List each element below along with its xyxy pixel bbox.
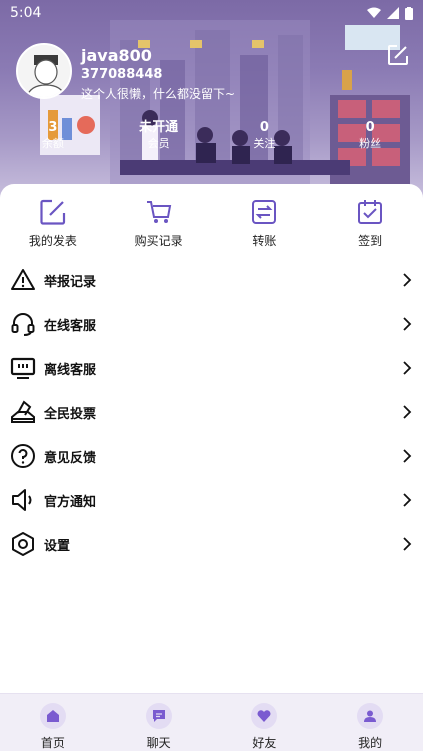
stat-vip[interactable]: 未开通 会员 <box>106 120 212 154</box>
user-id: 377088448 <box>81 67 163 82</box>
chat-icon <box>152 710 165 722</box>
avatar[interactable] <box>16 43 72 99</box>
transfer-icon <box>252 200 277 224</box>
home-icon <box>46 710 59 722</box>
settings-icon <box>12 532 34 556</box>
vote-icon <box>11 400 35 423</box>
stat-following[interactable]: 0 关注 <box>212 120 318 154</box>
status-time: 5:04 <box>10 5 42 21</box>
quick-purchase-history[interactable]: 购买记录 <box>106 198 212 254</box>
stat-balance[interactable]: 3 余额 <box>0 120 106 154</box>
tab-friends[interactable]: 好友 <box>212 694 318 751</box>
cart-icon <box>146 201 171 223</box>
battery-icon <box>405 6 413 20</box>
stats-row: 3 余额 未开通 会员 0 关注 0 粉丝 <box>0 120 423 154</box>
chevron-right-icon <box>403 405 412 419</box>
chevron-right-icon <box>403 449 412 463</box>
tab-chat[interactable]: 聊天 <box>106 694 212 751</box>
content-card: 我的发表 购买记录 转账 签到 举报记录 在线客服 离线客服 全民投票 意见反馈… <box>0 184 423 693</box>
tab-home[interactable]: 首页 <box>0 694 106 751</box>
menu-report-records[interactable]: 举报记录 <box>0 258 423 302</box>
quick-actions: 我的发表 购买记录 转账 签到 <box>0 198 423 254</box>
wifi-icon <box>367 7 381 18</box>
stat-fans[interactable]: 0 粉丝 <box>317 120 423 154</box>
checkin-icon <box>358 200 383 224</box>
quick-checkin[interactable]: 签到 <box>317 198 423 254</box>
question-icon <box>11 444 35 468</box>
edit-profile-icon[interactable] <box>387 44 409 66</box>
monitor-icon <box>10 357 36 379</box>
tab-mine[interactable]: 我的 <box>317 694 423 751</box>
warning-icon <box>11 269 35 290</box>
chevron-right-icon <box>403 493 412 507</box>
menu-online-support[interactable]: 在线客服 <box>0 302 423 346</box>
username: java800 <box>81 46 152 65</box>
menu-feedback[interactable]: 意见反馈 <box>0 434 423 478</box>
chevron-right-icon <box>403 361 412 375</box>
speaker-icon <box>12 489 32 511</box>
chevron-right-icon <box>403 317 412 331</box>
edit-square-icon <box>40 199 65 225</box>
chevron-right-icon <box>403 273 412 287</box>
status-bar: 5:04 <box>0 0 423 26</box>
user-bio: 这个人很懒，什么都没留下~ <box>81 87 236 101</box>
heart-icon <box>257 710 271 722</box>
bottom-tab-bar: 首页 聊天 好友 我的 <box>0 693 423 751</box>
quick-transfer[interactable]: 转账 <box>212 198 318 254</box>
headset-icon <box>11 313 35 336</box>
menu-public-vote[interactable]: 全民投票 <box>0 390 423 434</box>
signal-icon <box>387 7 399 19</box>
quick-my-posts[interactable]: 我的发表 <box>0 198 106 254</box>
menu-settings[interactable]: 设置 <box>0 522 423 566</box>
menu-offline-support[interactable]: 离线客服 <box>0 346 423 390</box>
menu-official-notice[interactable]: 官方通知 <box>0 478 423 522</box>
profile-header: 5:04 java800 377088448 这个人很懒，什么都没留下~ 3 余… <box>0 0 423 200</box>
user-icon <box>364 710 377 722</box>
settings-menu: 举报记录 在线客服 离线客服 全民投票 意见反馈 官方通知 设置 <box>0 258 423 566</box>
chevron-right-icon <box>403 537 412 551</box>
